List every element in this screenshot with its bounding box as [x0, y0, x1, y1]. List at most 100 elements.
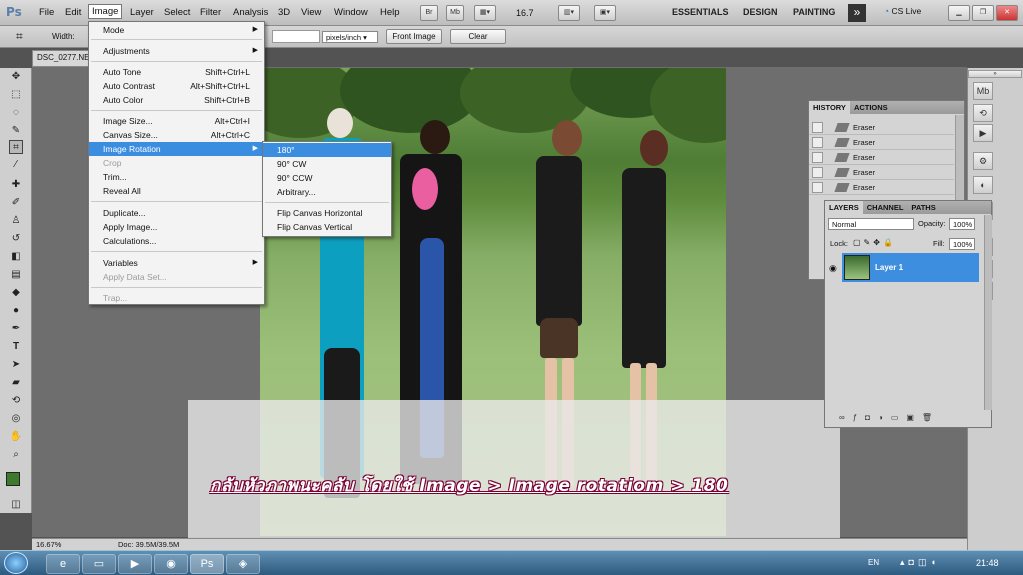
- healing-brush-icon[interactable]: ✚: [9, 178, 23, 192]
- history-step[interactable]: Eraser: [809, 180, 954, 195]
- history-step[interactable]: Eraser: [809, 165, 954, 180]
- rotate-180-item[interactable]: 180°: [263, 143, 391, 157]
- menu-file[interactable]: File: [39, 7, 54, 18]
- menu-edit[interactable]: Edit: [65, 7, 81, 18]
- close-button[interactable]: ✕: [996, 5, 1018, 21]
- photoshop-taskbar-icon[interactable]: Ps: [190, 554, 224, 574]
- hand-tool-icon[interactable]: ✋: [9, 430, 23, 444]
- opacity-field[interactable]: 100%: [949, 218, 975, 230]
- move-tool-icon[interactable]: ✥: [9, 70, 23, 84]
- menu-layer[interactable]: Layer: [130, 7, 154, 18]
- gradient-tool-icon[interactable]: ▤: [9, 268, 23, 282]
- flip-vertical-item[interactable]: Flip Canvas Vertical: [263, 220, 391, 234]
- zoom-tool-icon[interactable]: ⌕: [9, 448, 23, 462]
- crop-tool-icon[interactable]: ⌗: [16, 29, 23, 44]
- menu-item-calculations[interactable]: Calculations...: [89, 234, 264, 248]
- pen-tool-icon[interactable]: ✒: [9, 322, 23, 336]
- zoom-status[interactable]: 16.67%: [36, 540, 61, 549]
- 3d-rotate-icon[interactable]: ⟲: [9, 394, 23, 408]
- start-button[interactable]: [4, 552, 28, 574]
- menu-view[interactable]: View: [301, 7, 321, 18]
- clone-stamp-icon[interactable]: ♙: [9, 214, 23, 228]
- bridge-button[interactable]: Br: [420, 5, 438, 21]
- units-select[interactable]: pixels/inch ▾: [322, 31, 378, 43]
- eraser-tool-icon[interactable]: ◧: [9, 250, 23, 264]
- eyedropper-icon[interactable]: ⁄: [9, 158, 23, 172]
- quick-select-icon[interactable]: ✎: [9, 124, 23, 138]
- flip-horizontal-item[interactable]: Flip Canvas Horizontal: [263, 206, 391, 220]
- menu-filter[interactable]: Filter: [200, 7, 221, 18]
- menu-item-apply-image[interactable]: Apply Image...: [89, 220, 264, 234]
- menu-3d[interactable]: 3D: [278, 7, 290, 18]
- snapshot-checkbox[interactable]: [812, 167, 823, 178]
- snapshot-checkbox[interactable]: [812, 122, 823, 133]
- path-select-icon[interactable]: ➤: [9, 358, 23, 372]
- layer-footer-icons[interactable]: ∞ƒ◘◑▭▣🗑: [839, 413, 940, 422]
- tab-channels[interactable]: CHANNEL: [863, 201, 908, 214]
- menu-image[interactable]: Image: [88, 4, 123, 19]
- marquee-tool-icon[interactable]: ⬚: [9, 88, 23, 102]
- snapshot-checkbox[interactable]: [812, 182, 823, 193]
- cs-live[interactable]: ◔ CS Live: [884, 6, 921, 16]
- menu-select[interactable]: Select: [164, 7, 190, 18]
- color-panel-icon[interactable]: ◐: [973, 176, 993, 194]
- menu-item-auto-color[interactable]: Auto Color Shift+Ctrl+B: [89, 93, 264, 107]
- menu-item-mode[interactable]: Mode ▶: [89, 23, 264, 37]
- adjustments-panel-icon[interactable]: ⚙: [973, 152, 993, 170]
- ie-icon[interactable]: e: [46, 554, 80, 574]
- clear-button[interactable]: Clear: [450, 29, 506, 44]
- tab-actions[interactable]: ACTIONS: [850, 101, 892, 114]
- menu-analysis[interactable]: Analysis: [233, 7, 268, 18]
- more-workspaces-button[interactable]: »: [848, 4, 866, 22]
- shape-tool-icon[interactable]: ▰: [9, 376, 23, 390]
- language-indicator[interactable]: EN: [868, 558, 879, 567]
- resolution-field[interactable]: [272, 30, 320, 43]
- dock-collapse-icon[interactable]: »: [968, 70, 1022, 78]
- menu-item-canvas-size[interactable]: Canvas Size... Alt+Ctrl+C: [89, 128, 264, 142]
- history-step[interactable]: Eraser: [809, 120, 954, 135]
- rotate-90-cw-item[interactable]: 90° CW: [263, 157, 391, 171]
- snapshot-checkbox[interactable]: [812, 152, 823, 163]
- menu-window[interactable]: Window: [334, 7, 368, 18]
- mini-bridge-button[interactable]: Mb: [446, 5, 464, 21]
- front-image-button[interactable]: Front Image: [386, 29, 442, 44]
- history-panel-icon[interactable]: ⟲: [973, 104, 993, 122]
- restore-button[interactable]: ❐: [972, 5, 994, 21]
- history-brush-icon[interactable]: ↺: [9, 232, 23, 246]
- minimize-button[interactable]: ▁: [948, 5, 970, 21]
- menu-item-duplicate[interactable]: Duplicate...: [89, 206, 264, 220]
- document-tab[interactable]: DSC_0277.NE: [32, 50, 92, 67]
- menu-item-image-rotation[interactable]: Image Rotation ▶: [89, 142, 264, 156]
- history-step[interactable]: Eraser: [809, 150, 954, 165]
- menu-item-auto-tone[interactable]: Auto Tone Shift+Ctrl+L: [89, 65, 264, 79]
- menu-item-image-size[interactable]: Image Size... Alt+Ctrl+I: [89, 114, 264, 128]
- fill-field[interactable]: 100%: [949, 238, 975, 250]
- visibility-eye-icon[interactable]: ◉: [829, 263, 837, 274]
- history-step[interactable]: Eraser: [809, 135, 954, 150]
- arrange-documents-icon[interactable]: ▥▾: [558, 5, 580, 21]
- minibridge-icon[interactable]: Mb: [973, 82, 993, 100]
- tab-layers[interactable]: LAYERS: [825, 201, 863, 214]
- dodge-tool-icon[interactable]: ●: [9, 304, 23, 318]
- workspace-essentials[interactable]: ESSENTIALS: [672, 7, 729, 17]
- tab-history[interactable]: HISTORY: [809, 101, 850, 114]
- app-taskbar-icon[interactable]: ◈: [226, 554, 260, 574]
- menu-item-auto-contrast[interactable]: Auto Contrast Alt+Shift+Ctrl+L: [89, 79, 264, 93]
- blend-mode-select[interactable]: Normal: [828, 218, 914, 230]
- menu-item-reveal-all[interactable]: Reveal All: [89, 184, 264, 198]
- workspace-design[interactable]: DESIGN: [743, 7, 778, 17]
- lasso-tool-icon[interactable]: ◌: [9, 106, 23, 120]
- brush-tool-icon[interactable]: ✐: [9, 196, 23, 210]
- blur-tool-icon[interactable]: ◆: [9, 286, 23, 300]
- tab-paths[interactable]: PATHS: [907, 201, 939, 214]
- media-player-icon[interactable]: ▶: [118, 554, 152, 574]
- zoom-level[interactable]: 16.7: [516, 8, 534, 18]
- layer-name[interactable]: Layer 1: [875, 263, 903, 272]
- chrome-icon[interactable]: ◉: [154, 554, 188, 574]
- menu-item-trim[interactable]: Trim...: [89, 170, 264, 184]
- actions-panel-icon[interactable]: ▶: [973, 124, 993, 142]
- rotate-90-ccw-item[interactable]: 90° CCW: [263, 171, 391, 185]
- layer-row[interactable]: Layer 1: [842, 253, 979, 282]
- rotate-arbitrary-item[interactable]: Arbitrary...: [263, 185, 391, 199]
- quick-mask-icon[interactable]: ◫: [9, 498, 23, 512]
